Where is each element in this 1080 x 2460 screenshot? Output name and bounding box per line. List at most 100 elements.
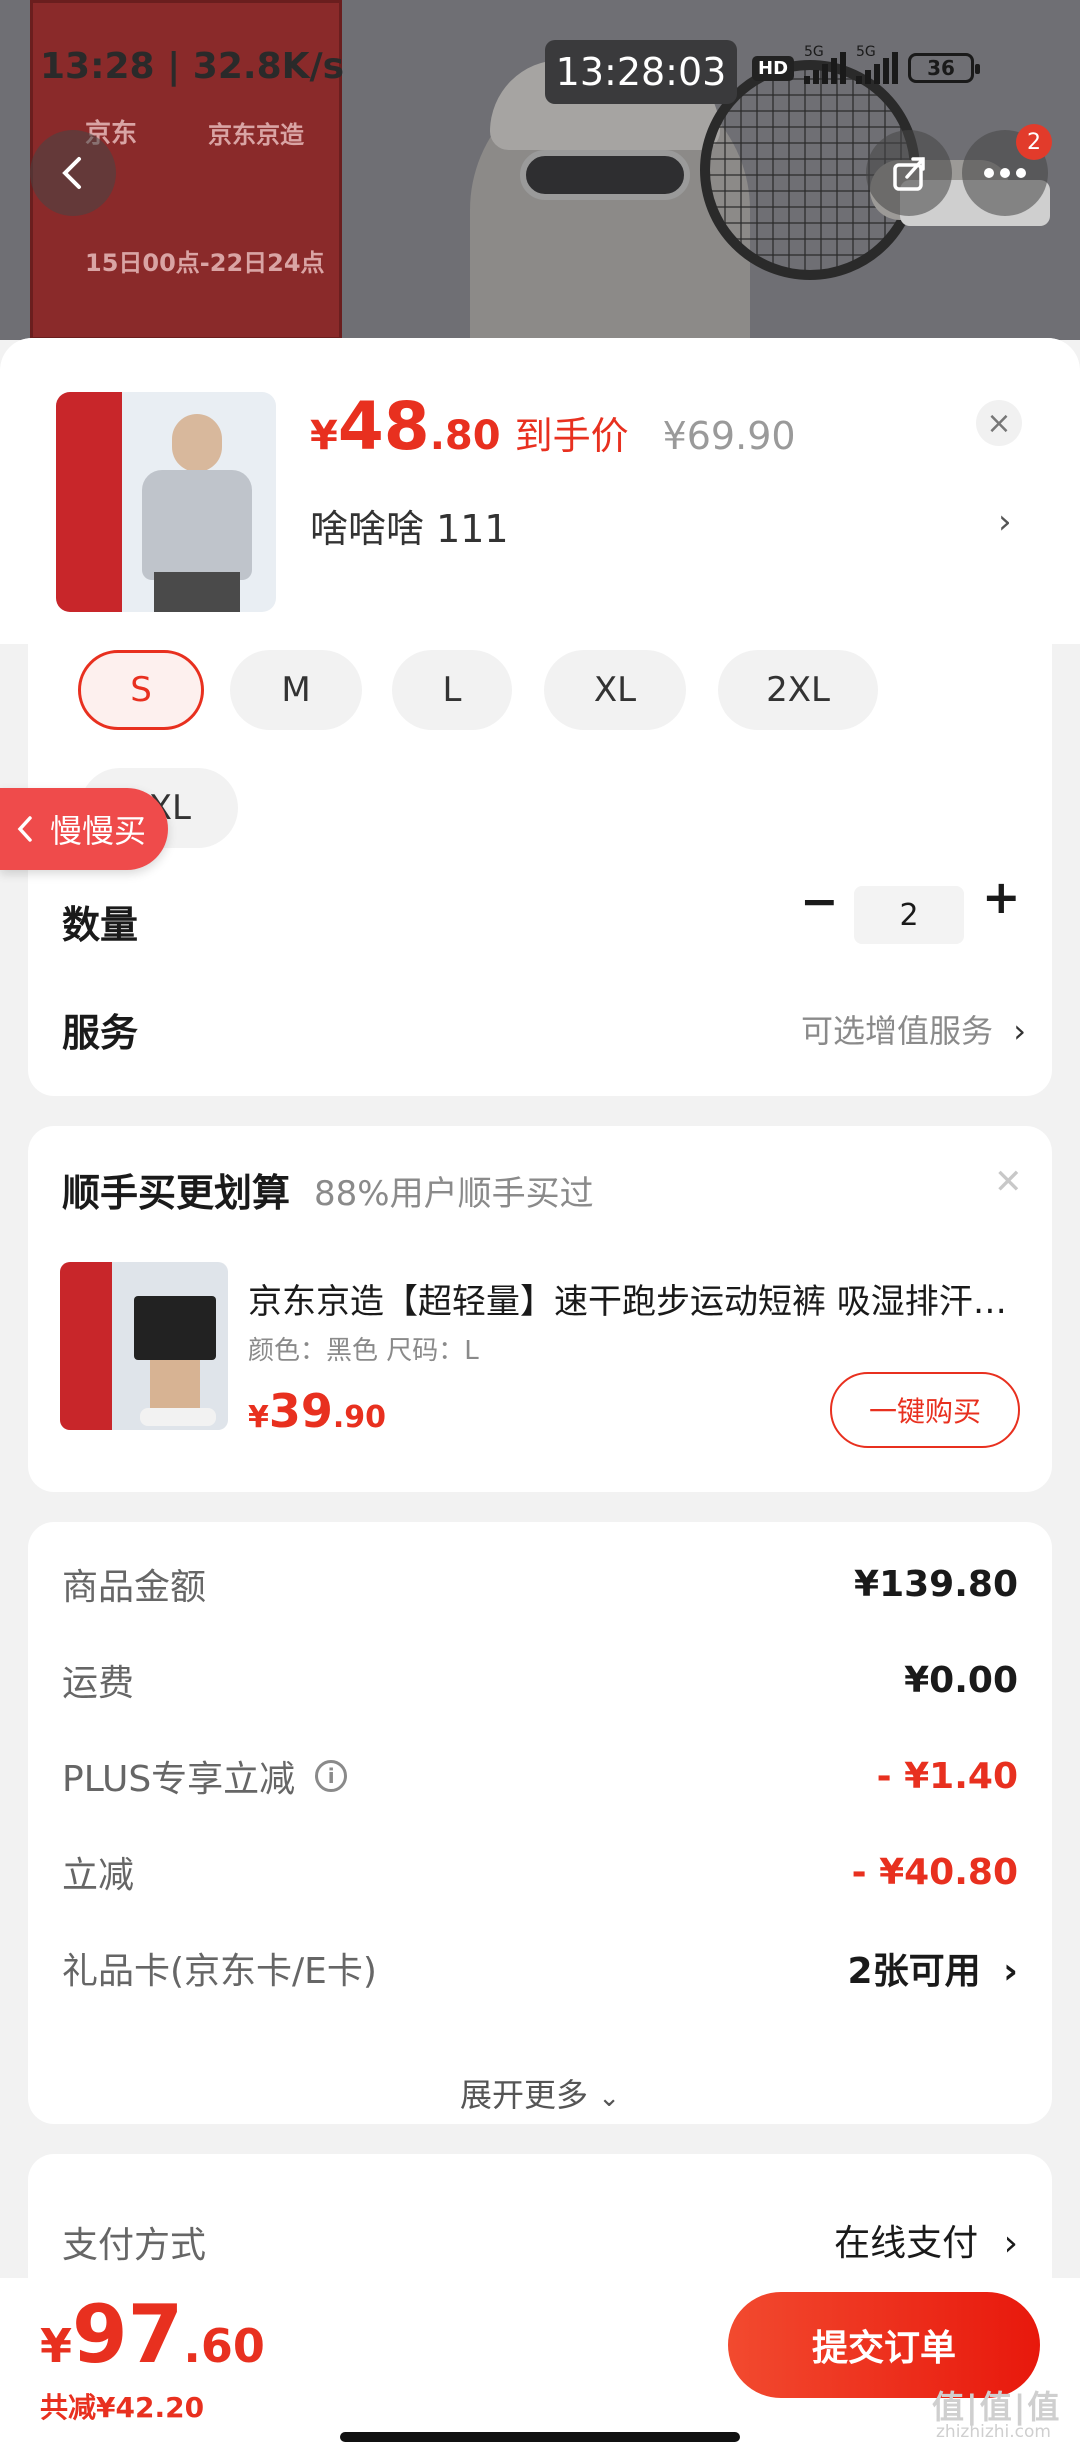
addon-product-name[interactable]: 京东京造【超轻量】速干跑步运动短裤 吸湿排汗透气	[248, 1274, 1024, 1323]
notification-badge: 2	[1016, 124, 1052, 160]
quantity-input[interactable]: 2	[854, 886, 964, 944]
summary-label: 运费	[62, 1663, 135, 1704]
payment-value: 在线支付	[834, 2223, 979, 2264]
size-option-l[interactable]: L	[392, 650, 512, 730]
banner-brand-text: 京东京造	[208, 121, 304, 149]
size-card: S M L XL 2XL 3XL 数量 − 2 + 服务 可选增值服务 ›	[28, 644, 1052, 1096]
summary-row-goods: 商品金额 ¥139.80	[62, 1558, 1018, 1610]
more-dots-icon	[984, 168, 1026, 178]
network-label-2: 5G	[856, 44, 876, 60]
total-integer: 97	[72, 2288, 184, 2381]
original-price: ¥69.90	[662, 414, 796, 458]
back-button[interactable]	[30, 130, 116, 216]
service-selector[interactable]: 可选增值服务 ›	[801, 1006, 1026, 1052]
sku-selection-sheet: ¥ 48 .80 到手价 ¥69.90 × 啥啥啥 111 › S M L XL…	[0, 338, 1080, 2460]
addon-shoes-image	[140, 1408, 216, 1426]
quantity-increase-button[interactable]: +	[982, 870, 1021, 924]
size-option-m[interactable]: M	[230, 650, 362, 730]
total-price: ¥ 97 .60	[40, 2288, 265, 2381]
addon-price-decimal: .90	[332, 1400, 387, 1435]
battery-icon: 36	[908, 53, 981, 83]
model-sunglasses	[520, 150, 690, 200]
order-summary: 商品金额 ¥139.80 运费 ¥0.00 PLUS专享立减 i - ¥1.40…	[28, 1522, 1052, 2124]
banner-date-text: 15日00点-22日24点	[85, 249, 325, 277]
payment-label: 支付方式	[62, 2225, 207, 2266]
network-label: 5G	[804, 44, 824, 60]
addon-price-integer: 39	[268, 1384, 333, 1438]
quantity-decrease-button[interactable]: −	[800, 874, 839, 928]
chevron-down-icon: ⌄	[598, 2083, 620, 2113]
summary-value: - ¥1.40	[876, 1755, 1018, 1797]
summary-value: - ¥40.80	[851, 1851, 1018, 1893]
addon-price-currency: ¥	[248, 1400, 269, 1435]
add-on-recommendation: 顺手买更划算 88%用户顺手买过 ✕ 京东京造【超轻量】速干跑步运动短裤 吸湿排…	[28, 1126, 1052, 1492]
thumb-model-shirt	[142, 470, 252, 580]
thumbnail-promo-panel	[56, 392, 122, 612]
addon-legs-image	[150, 1360, 200, 1412]
more-button[interactable]: 2	[962, 124, 1052, 216]
sku-header: ¥ 48 .80 到手价 ¥69.90 × 啥啥啥 111 ›	[0, 338, 1080, 644]
status-icons: HD 5G 5G 36	[752, 44, 1052, 90]
addon-spec: 颜色：黑色 尺码：L	[248, 1336, 479, 1366]
size-option-xl[interactable]: XL	[544, 650, 686, 730]
summary-value: 2张可用	[847, 1951, 981, 1992]
total-saved: 共减¥42.20	[40, 2391, 205, 2424]
slow-buy-tab[interactable]: 慢慢买	[0, 788, 168, 870]
thumb-model-shorts	[154, 572, 240, 612]
service-label: 服务	[62, 1011, 139, 1055]
product-thumbnail[interactable]	[56, 392, 276, 612]
one-click-buy-button[interactable]: 一键购买	[830, 1372, 1020, 1448]
chevron-right-icon: ›	[1003, 1951, 1018, 1992]
status-time-speed: 13:28 | 32.8K/s	[40, 46, 345, 87]
addon-thumbnail[interactable]	[60, 1262, 228, 1430]
chevron-right-icon[interactable]: ›	[998, 502, 1012, 542]
payment-value-wrap: 在线支付 ›	[834, 2214, 1018, 2266]
summary-label: 商品金额	[62, 1567, 207, 1608]
signal-5g-icon-2: 5G	[856, 44, 899, 84]
summary-row-gift-card[interactable]: 礼品卡(京东卡/E卡) 2张可用 ›	[62, 1942, 1018, 1994]
addon-subtitle: 88%用户顺手买过	[314, 1174, 594, 1214]
total-currency: ¥	[40, 2319, 73, 2373]
chevron-right-icon: ›	[1003, 2223, 1018, 2264]
gift-card-value-wrap: 2张可用 ›	[848, 1942, 1018, 1994]
summary-row-plus-discount: PLUS专享立减 i - ¥1.40	[62, 1750, 1018, 1802]
share-button[interactable]	[866, 130, 952, 216]
slow-buy-label: 慢慢买	[50, 812, 147, 850]
service-value: 可选增值服务	[801, 1012, 994, 1050]
total-decimal: .60	[183, 2319, 265, 2373]
summary-label: 礼品卡(京东卡/E卡)	[62, 1951, 377, 1992]
checkout-bar: ¥ 97 .60 共减¥42.20 提交订单 值|值|值 zhizhizhi.c…	[0, 2278, 1080, 2460]
quantity-label: 数量	[62, 903, 139, 947]
final-price: ¥ 48 .80 到手价 ¥69.90	[310, 388, 796, 465]
selected-variant[interactable]: 啥啥啥 111	[310, 498, 509, 553]
price-decimal: .80	[429, 413, 501, 459]
size-option-2xl[interactable]: 2XL	[718, 650, 878, 730]
summary-value: ¥139.80	[854, 1563, 1018, 1605]
addon-title: 顺手买更划算	[62, 1171, 291, 1215]
price-label: 到手价	[514, 414, 629, 458]
summary-label-wrap: PLUS专享立减 i	[62, 1750, 348, 1802]
expand-more-button[interactable]: 展开更多 ⌄	[28, 2070, 1052, 2116]
status-clock: 13:28:03	[545, 40, 737, 104]
summary-row-shipping: 运费 ¥0.00	[62, 1654, 1018, 1706]
hd-icon: HD	[752, 55, 795, 81]
chevron-left-icon	[62, 157, 81, 189]
addon-promo-panel	[60, 1262, 112, 1430]
share-icon	[893, 157, 925, 191]
addon-shorts-image	[134, 1296, 216, 1360]
home-indicator[interactable]	[340, 2432, 740, 2442]
summary-value: ¥0.00	[904, 1659, 1018, 1701]
summary-row-discount: 立减 - ¥40.80	[62, 1846, 1018, 1898]
close-sheet-button[interactable]: ×	[976, 400, 1022, 446]
price-integer: 48	[337, 388, 430, 465]
chevron-left-icon	[17, 816, 32, 842]
watermark-url: zhizhizhi.com	[936, 2422, 1051, 2442]
signal-5g-icon: 5G	[804, 44, 847, 84]
addon-close-icon[interactable]: ✕	[994, 1162, 1023, 1202]
summary-label: PLUS专享立减	[62, 1759, 296, 1800]
price-currency: ¥	[310, 413, 338, 459]
info-icon[interactable]: i	[315, 1760, 348, 1792]
size-option-s[interactable]: S	[78, 650, 204, 730]
close-icon: ×	[986, 405, 1012, 441]
expand-more-label: 展开更多	[460, 2076, 589, 2114]
